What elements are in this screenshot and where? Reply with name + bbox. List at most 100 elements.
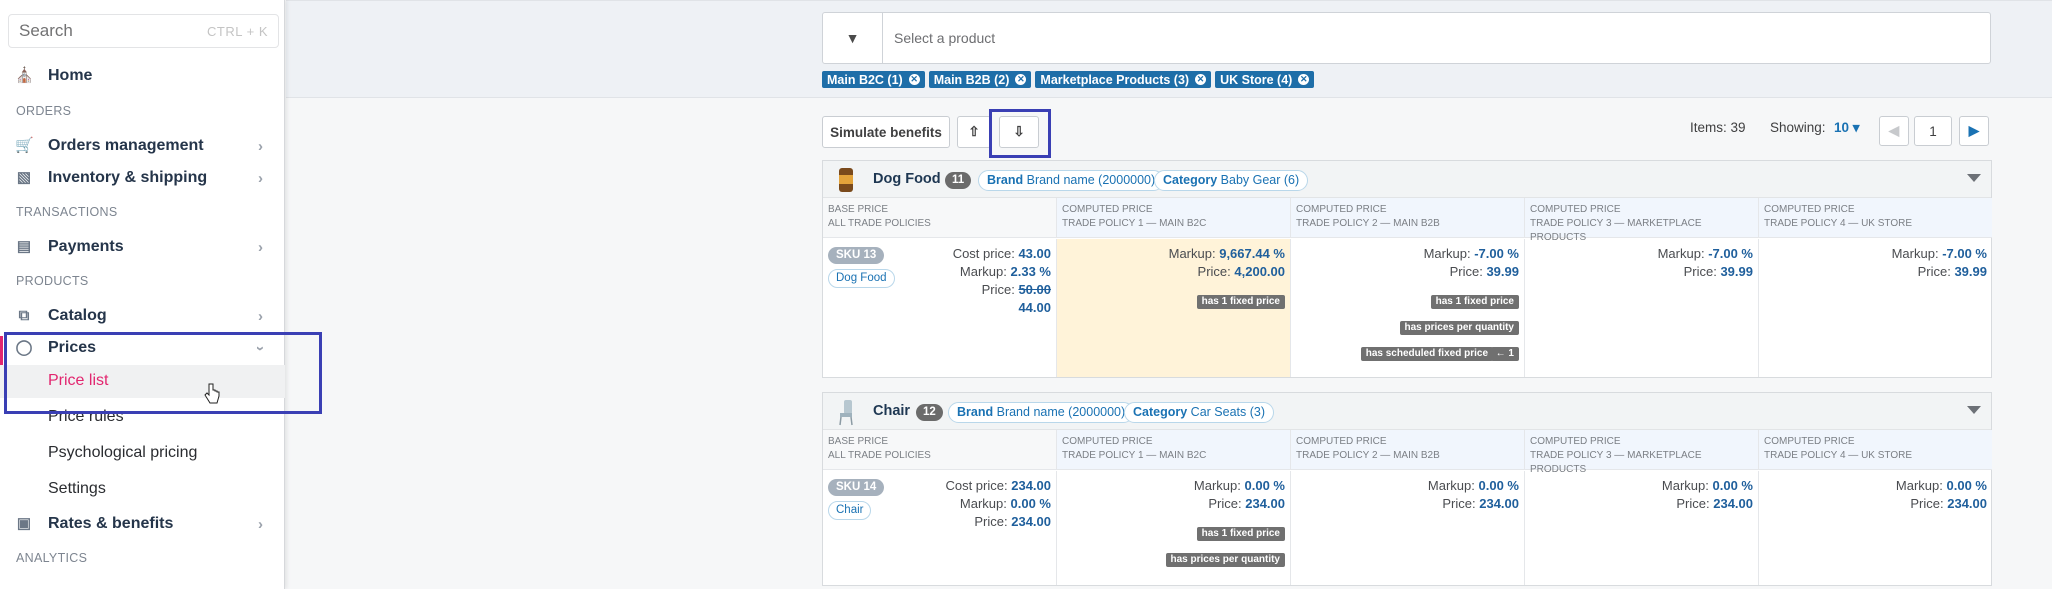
page-number-input[interactable]: 1 — [1914, 116, 1952, 146]
column-header-bottom: TRADE POLICY 4 — UK STORE — [1764, 218, 1913, 229]
collapse-icon[interactable] — [1967, 174, 1981, 182]
fixed-price-flag: has 1 fixed price — [1430, 295, 1519, 309]
sku-count-badge: 11 — [945, 172, 972, 189]
price-value: 39.99 — [1720, 264, 1753, 279]
section-orders: ORDERS — [16, 104, 72, 118]
brand-tag-value: Brand name (2000000) — [1026, 173, 1156, 187]
product-select[interactable]: ▼ Select a product — [822, 12, 1991, 64]
price-value: 234.00 — [1245, 496, 1285, 511]
nav-home[interactable]: ⛪ Home — [0, 60, 285, 92]
nav-catalog-label: Catalog — [48, 307, 107, 324]
upload-button[interactable]: ⇧ — [957, 116, 991, 148]
sidebar: Search CTRL + K ⛪ Home ORDERS 🛒 Orders m… — [0, 0, 285, 589]
product-name[interactable]: Chair — [873, 403, 910, 419]
computed-values: Markup: 0.00 % Price: 234.00 — [1662, 477, 1753, 513]
markup-label: Markup: — [1895, 478, 1943, 493]
nav-rates[interactable]: ▣ Rates & benefits › — [0, 508, 285, 540]
close-icon[interactable]: ✕ — [1015, 74, 1027, 85]
base-price-cell: SKU 14 Chair Cost price: 234.00 Markup: … — [823, 471, 1057, 585]
price-value[interactable]: 234.00 — [1011, 514, 1051, 529]
computed-price-cell[interactable]: Markup: 9,667.44 % Price: 4,200.00 has 1… — [1057, 239, 1291, 377]
price-row: Price: 4,200.00 — [1169, 263, 1285, 281]
column-header: BASE PRICE ALL TRADE POLICIES — [823, 430, 1057, 470]
computed-price-cell[interactable]: Markup: 0.00 % Price: 234.00 — [1525, 471, 1759, 585]
category-tag[interactable]: Category Baby Gear (6) — [1154, 170, 1309, 191]
computed-price-cell[interactable]: Markup: -7.00 % Price: 39.99 — [1759, 239, 1992, 377]
card-icon: ▤ — [16, 238, 32, 255]
chip-main-b2c[interactable]: Main B2C (1) ✕ — [822, 71, 925, 88]
base-price-values: Cost price: 234.00 Markup: 0.00 % Price:… — [945, 477, 1051, 531]
markup-row: Markup: -7.00 % — [1658, 245, 1753, 263]
cost-price-label: Cost price: — [945, 478, 1008, 493]
price-row: Price: 39.99 — [1658, 263, 1753, 281]
cost-price-value[interactable]: 234.00 — [1011, 478, 1051, 493]
column-header: COMPUTED PRICE TRADE POLICY 4 — UK STORE — [1759, 198, 1992, 238]
category-tag-value: Baby Gear (6) — [1220, 173, 1300, 187]
showing-select[interactable]: 10 ▾ — [1834, 120, 1860, 136]
computed-price-cell[interactable]: Markup: 0.00 % Price: 234.00 — [1291, 471, 1525, 585]
next-page-button[interactable]: ▶ — [1959, 116, 1989, 146]
quantity-price-flag: has prices per quantity — [1165, 553, 1285, 567]
nav-inventory[interactable]: ▧ Inventory & shipping › — [0, 162, 285, 194]
price-value[interactable]: 44.00 — [1018, 300, 1051, 315]
base-price-values: Cost price: 43.00 Markup: 2.33 % Price: … — [953, 245, 1051, 317]
markup-row: Markup: 0.00 % — [1194, 477, 1285, 495]
collapse-icon[interactable] — [1967, 406, 1981, 414]
chevron-left-icon: ◀ — [1888, 123, 1900, 138]
nav-orders[interactable]: 🛒 Orders management › — [0, 130, 285, 162]
base-price-cell: SKU 13 Dog Food Cost price: 43.00 Markup… — [823, 239, 1057, 377]
column-header: COMPUTED PRICE TRADE POLICY 3 — MARKETPLA… — [1525, 198, 1759, 243]
nav-home-label: Home — [48, 67, 93, 84]
close-icon[interactable]: ✕ — [1298, 74, 1310, 85]
brand-tag[interactable]: Brand Brand name (2000000) — [978, 170, 1165, 191]
column-header-top: BASE PRICE — [828, 204, 889, 215]
computed-price-cell[interactable]: Markup: -7.00 % Price: 39.99 has 1 fixed… — [1291, 239, 1525, 377]
close-icon[interactable]: ✕ — [1195, 74, 1207, 85]
sku-badge[interactable]: SKU 13 — [828, 247, 885, 264]
chip-main-b2b[interactable]: Main B2B (2) ✕ — [928, 71, 1032, 88]
nav-catalog[interactable]: ⧉ Catalog › — [0, 300, 285, 332]
markup-value: 9,667.44 % — [1219, 246, 1285, 261]
product-thumbnail — [839, 168, 853, 192]
product-name[interactable]: Dog Food — [873, 171, 941, 187]
cost-price-label: Cost price: — [952, 246, 1015, 261]
cost-price-row: Cost price: 234.00 — [945, 477, 1051, 495]
fixed-price-flag: has 1 fixed price — [1196, 295, 1285, 309]
column-header-bottom: TRADE POLICY 2 — MAIN B2B — [1296, 218, 1440, 229]
sku-badge[interactable]: SKU 14 — [828, 479, 885, 496]
chip-marketplace[interactable]: Marketplace Products (3) ✕ — [1035, 71, 1212, 88]
sku-name-tag[interactable]: Dog Food — [828, 269, 895, 288]
markup-value[interactable]: 2.33 % — [1011, 264, 1051, 279]
cost-price-value[interactable]: 43.00 — [1018, 246, 1051, 261]
search-placeholder: Search — [19, 21, 73, 40]
product-select-placeholder: Select a product — [894, 30, 996, 46]
brand-tag[interactable]: Brand Brand name (2000000) — [948, 402, 1135, 423]
category-tag[interactable]: Category Car Seats (3) — [1124, 402, 1275, 423]
nav-payments[interactable]: ▤ Payments › — [0, 231, 285, 263]
markup-value[interactable]: 0.00 % — [1011, 496, 1051, 511]
computed-price-cell[interactable]: Markup: 0.00 % Price: 234.00 has 1 fixed… — [1057, 471, 1291, 585]
sub-psych-pricing[interactable]: Psychological pricing — [48, 444, 197, 462]
close-icon[interactable]: ✕ — [908, 74, 920, 85]
chip-uk-store[interactable]: UK Store (4) ✕ — [1215, 71, 1315, 88]
chevron-right-icon: ▶ — [1968, 123, 1980, 138]
nav-inventory-label: Inventory & shipping — [48, 169, 208, 186]
filter-icon[interactable]: ▼ — [823, 13, 883, 63]
computed-price-cell[interactable]: Markup: -7.00 % Price: 39.99 — [1525, 239, 1759, 377]
search-input[interactable]: Search CTRL + K — [8, 14, 279, 48]
sub-settings[interactable]: Settings — [48, 480, 106, 498]
column-header-top: COMPUTED PRICE — [1530, 436, 1621, 447]
markup-label: Markup: — [1427, 478, 1475, 493]
computed-price-cell[interactable]: Markup: 0.00 % Price: 234.00 — [1759, 471, 1992, 585]
markup-row: Markup: 2.33 % — [953, 263, 1051, 281]
chip-label: Main B2B (2) — [933, 72, 1010, 87]
price-row: Price: 234.00 — [945, 513, 1051, 531]
store-icon: ⛪ — [15, 67, 34, 84]
prev-page-button[interactable]: ◀ — [1879, 116, 1909, 146]
section-analytics: ANALYTICS — [16, 551, 88, 565]
sku-name-tag[interactable]: Chair — [828, 501, 872, 520]
column-header-bottom: ALL TRADE POLICIES — [828, 218, 931, 229]
upload-icon: ⇧ — [968, 124, 980, 139]
old-price-value: 50.00 — [1018, 282, 1051, 297]
simulate-benefits-button[interactable]: Simulate benefits — [822, 116, 950, 148]
